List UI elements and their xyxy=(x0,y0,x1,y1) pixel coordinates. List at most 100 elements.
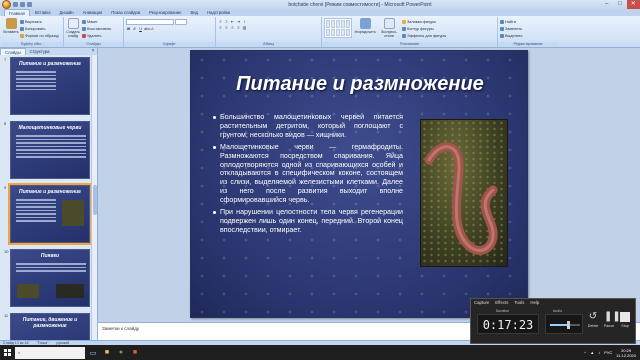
align-left-button[interactable]: ≡ xyxy=(218,25,223,30)
group-label: Абзац xyxy=(216,42,321,47)
audio-level-slider[interactable] xyxy=(545,314,583,334)
ribbon-tabs: Главная Вставка Дизайн Анимация Показ сл… xyxy=(0,9,640,16)
thumbnails-scrollbar[interactable] xyxy=(91,55,97,340)
tab-addins[interactable]: Надстройки xyxy=(203,9,234,16)
format-painter-button[interactable]: Формат по образцу xyxy=(20,33,59,39)
maximize-button[interactable]: □ xyxy=(613,0,626,9)
recorder-menu: Capture Effects Tools Help xyxy=(471,299,635,307)
shape-outline-button[interactable]: Контур фигуры xyxy=(402,26,446,32)
close-panel-icon[interactable]: × xyxy=(89,48,97,55)
volume-icon[interactable]: ♪ xyxy=(598,350,600,355)
office-button[interactable] xyxy=(2,0,11,9)
stop-button[interactable]: Stop xyxy=(619,310,631,328)
align-center-button[interactable]: ≡ xyxy=(224,25,229,30)
shapes-gallery[interactable] xyxy=(324,18,352,38)
delete-slide-button[interactable]: Удалить xyxy=(82,33,111,39)
brush-icon xyxy=(20,34,24,38)
bullet-item: Большинство малощетинковых червей питает… xyxy=(213,113,403,140)
delete-button[interactable]: ↺ Delete xyxy=(587,310,599,328)
keyboard-language[interactable]: РУС xyxy=(604,350,612,355)
tab-view[interactable]: Вид xyxy=(186,9,202,16)
undo-icon[interactable] xyxy=(20,2,25,7)
audio-slider-handle[interactable] xyxy=(567,321,570,329)
cut-button[interactable]: Вырезать xyxy=(20,19,59,25)
quick-styles-button[interactable]: Экспресс-стили xyxy=(378,18,400,40)
underline-button[interactable]: Ч xyxy=(138,26,143,31)
tab-slides[interactable]: Слайды xyxy=(0,48,26,55)
tab-slideshow[interactable]: Показ слайдов xyxy=(107,9,144,16)
menu-capture[interactable]: Capture xyxy=(474,299,489,307)
reset-button[interactable]: Восстановить xyxy=(82,26,111,32)
minimize-button[interactable]: – xyxy=(600,0,613,9)
pause-icon: ❚❚ xyxy=(604,311,621,322)
slide-title[interactable]: Питание и размножение xyxy=(191,73,527,96)
effects-icon xyxy=(402,34,406,38)
layout-button[interactable]: Макет xyxy=(82,19,111,25)
powerpoint-icon[interactable]: ■ xyxy=(129,347,141,359)
close-button[interactable]: ✕ xyxy=(626,0,640,9)
menu-tools[interactable]: Tools xyxy=(514,299,524,307)
redo-icon[interactable] xyxy=(27,2,32,7)
select-button[interactable]: Выделить xyxy=(500,33,523,39)
line-spacing-button[interactable]: ↕ xyxy=(242,19,247,24)
tab-animation[interactable]: Анимация xyxy=(79,9,107,16)
bullets-button[interactable]: ≡ xyxy=(218,19,223,24)
tab-insert[interactable]: Вставка xyxy=(31,9,55,16)
justify-button[interactable]: ≡ xyxy=(236,25,241,30)
columns-button[interactable]: ▥ xyxy=(242,25,247,30)
decrease-indent-button[interactable]: ⇤ xyxy=(230,19,235,24)
menu-effects[interactable]: Effects xyxy=(495,299,508,307)
numbering-button[interactable]: ≡ xyxy=(224,19,229,24)
task-view-icon[interactable]: ▭ xyxy=(87,347,99,359)
screen-recorder-window: Capture Effects Tools Help Duration Audi… xyxy=(470,298,636,344)
network-icon[interactable]: ▲ xyxy=(590,350,594,355)
font-color-button[interactable]: A xyxy=(150,26,155,31)
group-label: Редактирование xyxy=(498,42,558,47)
arrange-icon xyxy=(359,18,371,29)
copy-icon xyxy=(20,27,24,31)
font-size-box[interactable] xyxy=(175,19,187,25)
font-name-box[interactable] xyxy=(126,19,174,25)
slide-thumbnails: 7 Питание и размножение 8 Малощетинковые… xyxy=(0,55,92,360)
earthworm-photo[interactable] xyxy=(420,119,508,267)
tab-review[interactable]: Рецензирование xyxy=(145,9,185,16)
arrange-button[interactable]: Упорядочить xyxy=(354,18,376,40)
bold-button[interactable]: Ж xyxy=(126,26,131,31)
current-slide[interactable]: Питание и размножение Большинство малоще… xyxy=(190,50,528,318)
find-button[interactable]: Найти xyxy=(500,19,523,25)
slide-body-text[interactable]: Большинство малощетинковых червей питает… xyxy=(213,113,403,238)
copy-button[interactable]: Копировать xyxy=(20,26,59,32)
ribbon: Вставить Вырезать Копировать Формат по о… xyxy=(0,16,640,48)
tab-outline[interactable]: Структура xyxy=(26,48,54,55)
tab-home[interactable]: Главная xyxy=(4,9,30,16)
chrome-icon[interactable]: ● xyxy=(115,347,127,359)
audio-label: Audio xyxy=(552,309,563,313)
bullet-item: Малощетинковые черви — гермафродиты. Раз… xyxy=(213,143,403,205)
save-icon[interactable] xyxy=(13,2,18,7)
file-explorer-icon[interactable]: ■ xyxy=(101,347,113,359)
notes-placeholder: Заметки к слайду xyxy=(102,326,140,331)
editing-group: Найти Заменить Выделить Редактирование xyxy=(498,17,558,47)
strikethrough-button[interactable]: abc xyxy=(144,26,150,31)
windows-icon xyxy=(4,349,11,356)
replace-icon xyxy=(500,27,504,31)
increase-indent-button[interactable]: ⇥ xyxy=(236,19,241,24)
taskbar-search[interactable]: ⌕ xyxy=(15,346,85,359)
reset-icon xyxy=(82,27,86,31)
replace-button[interactable]: Заменить xyxy=(500,26,523,32)
new-slide-button[interactable]: Создать слайд xyxy=(66,18,80,40)
group-label: Шрифт xyxy=(124,42,215,47)
paste-button[interactable]: Вставить xyxy=(3,18,19,40)
tab-design[interactable]: Дизайн xyxy=(56,9,78,16)
clipboard-group: Вставить Вырезать Копировать Формат по о… xyxy=(2,17,64,47)
italic-button[interactable]: К xyxy=(132,26,137,31)
align-right-button[interactable]: ≡ xyxy=(230,25,235,30)
clock[interactable]: 20:29 11.12.2020 xyxy=(616,348,636,358)
shape-fill-button[interactable]: Заливка фигуры xyxy=(402,19,446,25)
start-button[interactable] xyxy=(0,345,15,360)
shape-effects-button[interactable]: Эффекты для фигуры xyxy=(402,33,446,39)
pause-button[interactable]: ❚❚ Pause xyxy=(603,310,621,328)
menu-help[interactable]: Help xyxy=(530,299,539,307)
quick-styles-icon xyxy=(383,18,395,29)
tray-arrow-icon[interactable]: ^ xyxy=(584,350,586,355)
